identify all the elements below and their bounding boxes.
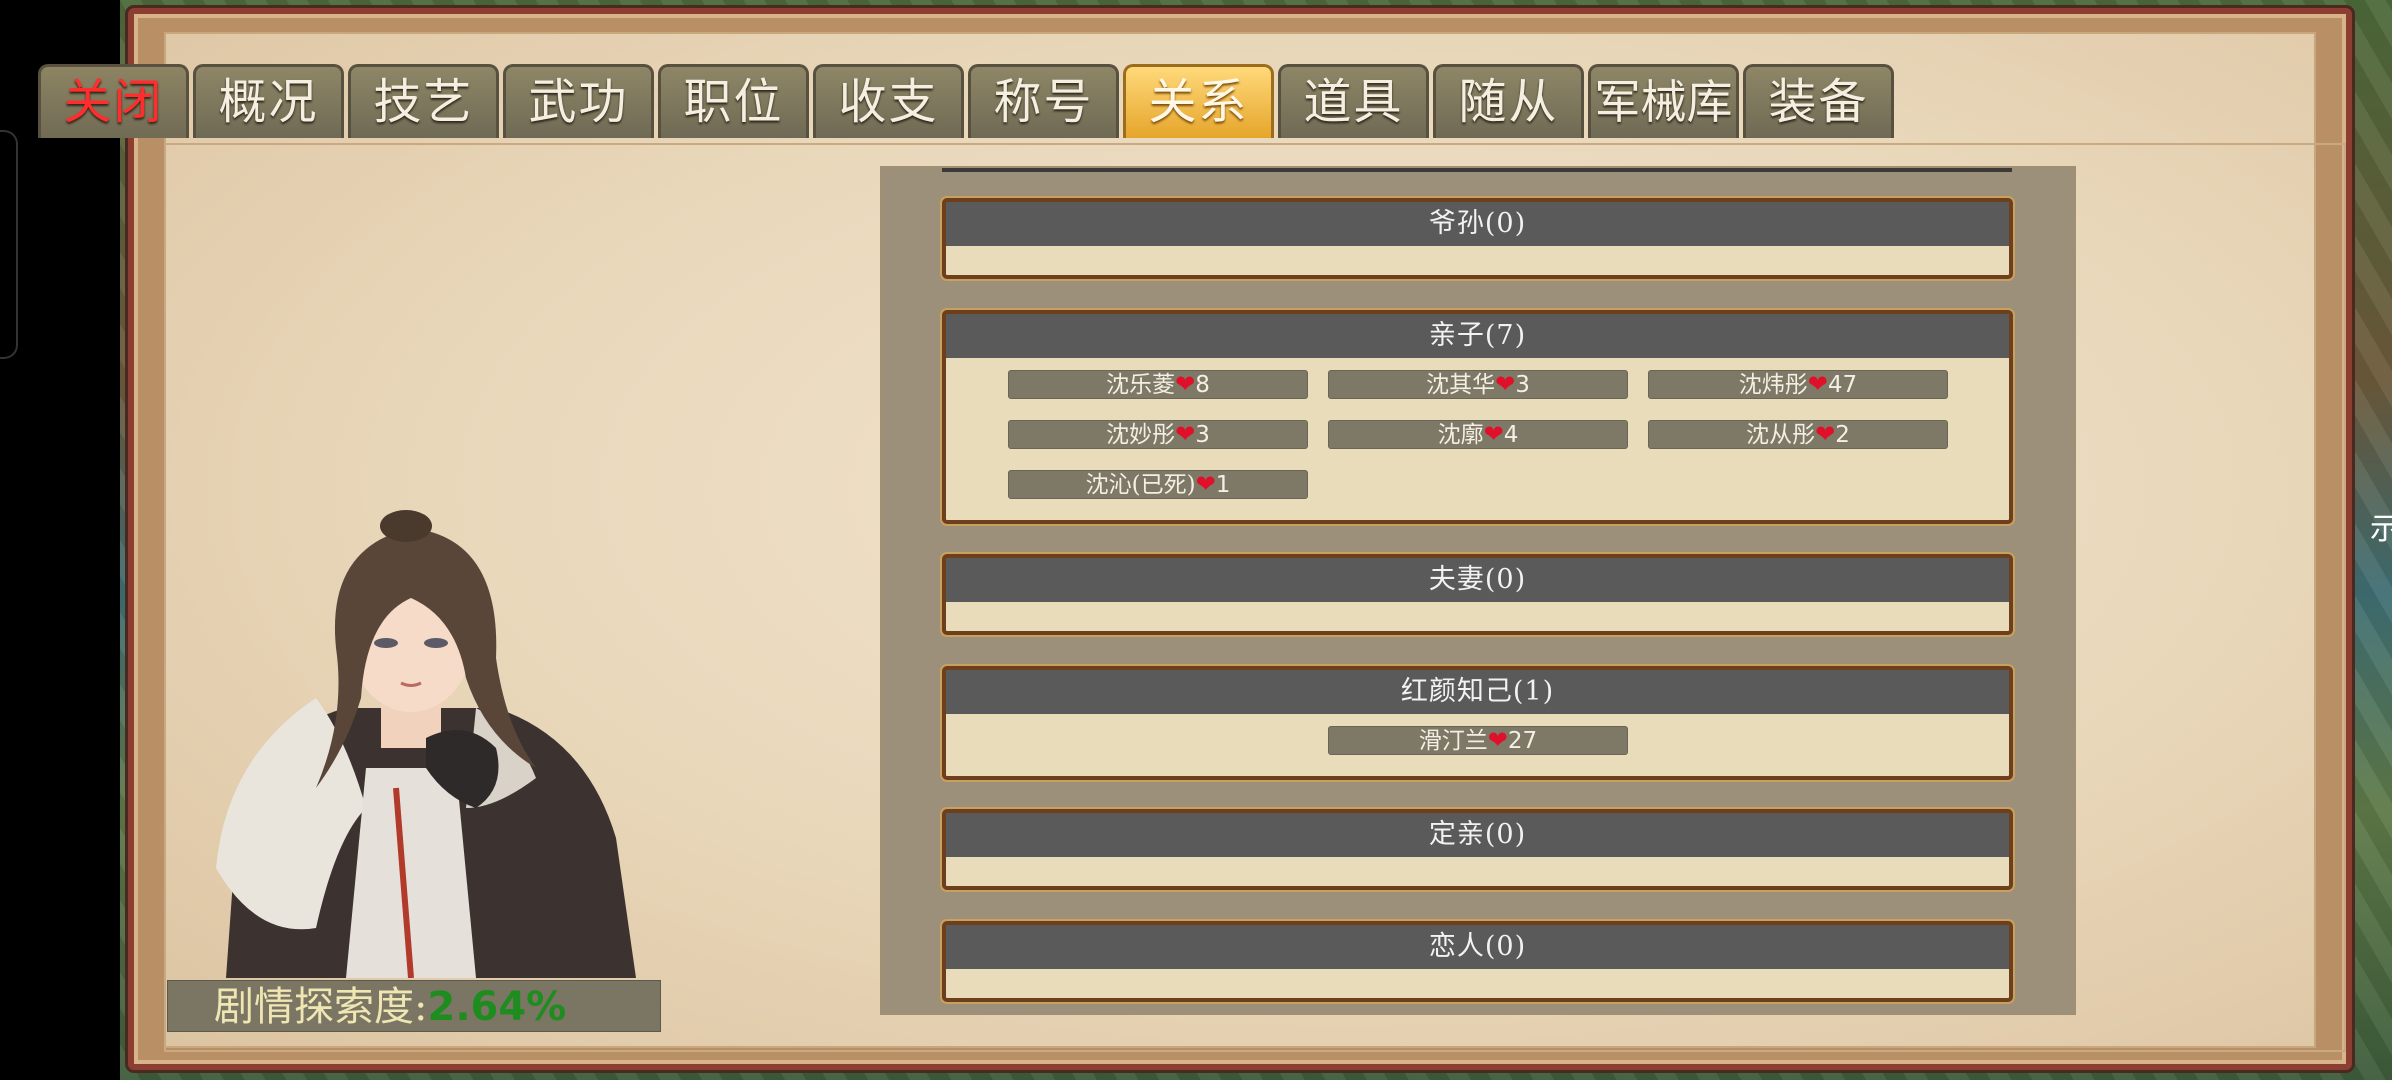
- tab-followers[interactable]: 随从: [1433, 64, 1584, 138]
- relation-group-grandparents: 爷孙(0): [942, 198, 2013, 279]
- hidden-side-label: 示: [2370, 512, 2392, 547]
- tab-titles[interactable]: 称号: [968, 64, 1119, 138]
- affection-value: 8: [1195, 372, 1210, 398]
- tab-skills[interactable]: 技艺: [348, 64, 499, 138]
- heart-icon: ❤: [1175, 370, 1196, 398]
- heart-icon: ❤: [1175, 420, 1196, 448]
- scroll-top-edge: [942, 168, 2012, 172]
- tab-equipment[interactable]: 装备: [1743, 64, 1894, 138]
- tab-overview[interactable]: 概况: [193, 64, 344, 138]
- member-entry[interactable]: 沈沁(已死)❤1: [1008, 470, 1308, 499]
- relations-list[interactable]: 爷孙(0) 亲子(7) 沈乐菱❤8 沈其华❤3 沈炜彤❤47 沈妙彤❤3 沈廓❤…: [880, 166, 2076, 1015]
- member-name: 沈其华: [1426, 372, 1496, 398]
- affection-value: 47: [1827, 372, 1858, 398]
- relation-group-title: 亲子(7): [946, 314, 2009, 358]
- member-name: 沈廓: [1437, 422, 1484, 448]
- relation-group-title: 恋人(0): [946, 925, 2009, 969]
- tab-martial-arts[interactable]: 武功: [503, 64, 654, 138]
- affection-value: 27: [1507, 728, 1538, 754]
- character-portrait: [216, 510, 636, 978]
- member-name: 沈沁(已死): [1085, 472, 1196, 498]
- relation-group-betrothed: 定亲(0): [942, 809, 2013, 890]
- member-name: 沈乐菱: [1106, 372, 1176, 398]
- story-progress-label: 剧情探索度:: [214, 984, 428, 1030]
- affection-value: 4: [1503, 422, 1519, 448]
- relation-group-title: 爷孙(0): [946, 202, 2009, 246]
- member-entry[interactable]: 沈廓❤4: [1328, 420, 1628, 449]
- affection-value: 3: [1515, 372, 1530, 398]
- member-name: 滑汀兰: [1418, 728, 1488, 754]
- tab-bar: 关闭 概况 技艺 武功 职位 收支 称号 关系 道具 随从 军械库 装备: [38, 58, 1894, 140]
- member-entry[interactable]: 沈从彤❤2: [1648, 420, 1948, 449]
- member-entry[interactable]: 沈炜彤❤47: [1648, 370, 1948, 399]
- heart-icon: ❤: [1815, 420, 1836, 448]
- heart-icon: ❤: [1195, 470, 1216, 498]
- relation-group-title: 红颜知己(1): [946, 670, 2009, 714]
- affection-value: 3: [1195, 422, 1210, 448]
- affection-value: 1: [1215, 472, 1231, 498]
- member-entry[interactable]: 滑汀兰❤27: [1328, 726, 1628, 755]
- screen-notch: [0, 130, 18, 359]
- relation-group-spouse: 夫妻(0): [942, 554, 2013, 635]
- relation-group-children: 亲子(7) 沈乐菱❤8 沈其华❤3 沈炜彤❤47 沈妙彤❤3 沈廓❤4 沈从彤❤…: [942, 310, 2013, 524]
- story-progress-bar: 剧情探索度:2.64%: [167, 980, 661, 1032]
- heart-icon: ❤: [1495, 370, 1516, 398]
- relation-group-title: 定亲(0): [946, 813, 2009, 857]
- affection-value: 2: [1835, 422, 1850, 448]
- tab-relations[interactable]: 关系: [1123, 64, 1274, 138]
- tab-armory[interactable]: 军械库: [1588, 64, 1739, 138]
- relation-group-title: 夫妻(0): [946, 558, 2009, 602]
- tab-close[interactable]: 关闭: [38, 64, 189, 138]
- tab-items[interactable]: 道具: [1278, 64, 1429, 138]
- member-entry[interactable]: 沈妙彤❤3: [1008, 420, 1308, 449]
- relation-group-lovers: 恋人(0): [942, 921, 2013, 1002]
- story-progress-value: 2.64%: [427, 984, 567, 1030]
- tab-position[interactable]: 职位: [658, 64, 809, 138]
- heart-icon: ❤: [1487, 726, 1508, 754]
- relation-group-confidant: 红颜知己(1) 滑汀兰❤27: [942, 666, 2013, 780]
- member-entry[interactable]: 沈其华❤3: [1328, 370, 1628, 399]
- member-entry[interactable]: 沈乐菱❤8: [1008, 370, 1308, 399]
- member-name: 沈妙彤: [1106, 422, 1176, 448]
- member-name: 沈炜彤: [1738, 372, 1808, 398]
- tab-finances[interactable]: 收支: [813, 64, 964, 138]
- heart-icon: ❤: [1807, 370, 1828, 398]
- member-name: 沈从彤: [1746, 422, 1816, 448]
- heart-icon: ❤: [1483, 420, 1504, 448]
